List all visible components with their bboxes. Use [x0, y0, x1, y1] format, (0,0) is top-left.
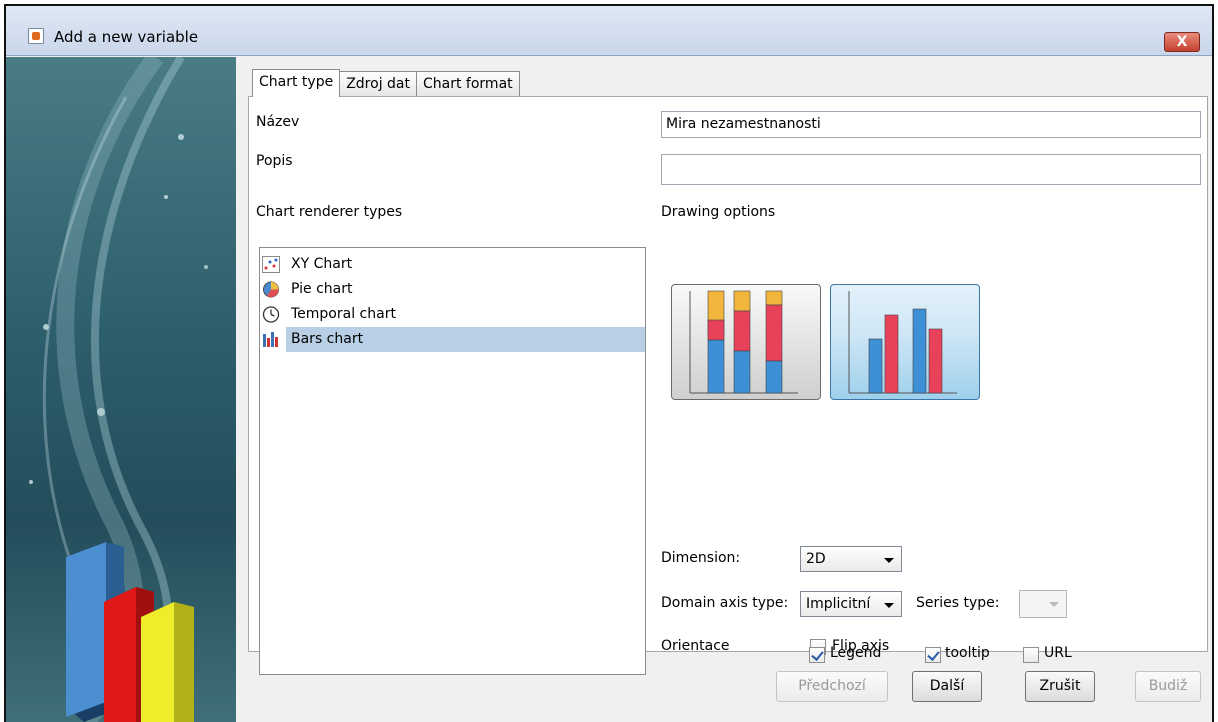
- java-app-icon: [28, 28, 44, 44]
- tab-data-source[interactable]: Zdroj dat: [339, 71, 417, 97]
- dimension-value: 2D: [806, 551, 826, 567]
- orientation-label: Orientace: [661, 638, 730, 654]
- domain-axis-select[interactable]: Implicitní: [800, 591, 902, 617]
- legend-label: Legend: [830, 645, 882, 661]
- pie-chart-icon: [263, 281, 279, 298]
- list-item-label: Temporal chart: [291, 306, 396, 322]
- description-label: Popis: [256, 153, 293, 169]
- tooltip-label: tooltip: [945, 645, 990, 661]
- list-item-temporal-chart[interactable]: Temporal chart: [260, 302, 645, 327]
- chevron-down-icon: [884, 603, 894, 608]
- renderer-types-label: Chart renderer types: [256, 204, 403, 220]
- clock-icon: [262, 306, 280, 323]
- tab-strip: Chart type Zdroj dat Chart format: [252, 69, 520, 97]
- dimension-label: Dimension:: [661, 550, 741, 566]
- tab-chart-format[interactable]: Chart format: [416, 71, 520, 97]
- chevron-down-icon: [884, 558, 894, 563]
- side-banner: [6, 57, 236, 722]
- grouped-bar-icon: [848, 291, 957, 394]
- cancel-button[interactable]: Zrušit: [1025, 671, 1095, 702]
- url-label: URL: [1044, 645, 1072, 661]
- list-item-bars-chart[interactable]: Bars chart: [260, 327, 645, 352]
- series-type-label: Series type:: [916, 595, 1000, 611]
- description-field[interactable]: [661, 154, 1201, 185]
- xy-chart-icon: [262, 256, 280, 273]
- tooltip-checkbox[interactable]: [925, 647, 941, 663]
- finish-button[interactable]: Budiž: [1135, 671, 1201, 702]
- drawing-options-label: Drawing options: [661, 204, 776, 220]
- series-type-select[interactable]: [1019, 590, 1067, 618]
- list-item-pie-chart[interactable]: Pie chart: [260, 277, 645, 302]
- chevron-down-icon: [1049, 602, 1059, 607]
- domain-axis-value: Implicitní: [806, 596, 871, 612]
- content-area: Chart type Zdroj dat Chart format Název …: [236, 57, 1212, 722]
- url-checkbox[interactable]: [1023, 647, 1039, 663]
- dimension-select[interactable]: 2D: [800, 546, 902, 572]
- title-bar: Add a new variable X: [6, 6, 1212, 56]
- grouped-bar-option[interactable]: [830, 284, 980, 400]
- stacked-bar-icon: [689, 290, 798, 394]
- side-banner-graphic: [29, 57, 208, 722]
- list-item-label: XY Chart: [291, 256, 353, 272]
- name-label: Název: [256, 114, 300, 130]
- list-item-label: Pie chart: [291, 281, 353, 297]
- next-button[interactable]: Další: [912, 671, 982, 702]
- chart-type-panel: Název Mira nezamestnanosti Popis Chart r…: [248, 96, 1208, 675]
- legend-checkbox[interactable]: [809, 647, 825, 663]
- dialog-window: Add a new variable X Chart type Zdroj da…: [4, 4, 1214, 722]
- list-item-label: Bars chart: [291, 331, 364, 347]
- stacked-bar-option[interactable]: [671, 284, 821, 400]
- renderer-list[interactable]: XY Chart Pie chart Temporal chart Bars c…: [259, 247, 646, 675]
- previous-button[interactable]: Předchozí: [776, 671, 888, 702]
- name-field[interactable]: Mira nezamestnanosti: [661, 111, 1201, 138]
- tab-chart-type[interactable]: Chart type: [252, 69, 341, 97]
- list-item-xy-chart[interactable]: XY Chart: [260, 252, 645, 277]
- window-title: Add a new variable: [54, 28, 199, 46]
- bar-chart-icon: [263, 332, 278, 347]
- domain-axis-label: Domain axis type:: [661, 595, 789, 611]
- close-button[interactable]: X: [1164, 32, 1200, 52]
